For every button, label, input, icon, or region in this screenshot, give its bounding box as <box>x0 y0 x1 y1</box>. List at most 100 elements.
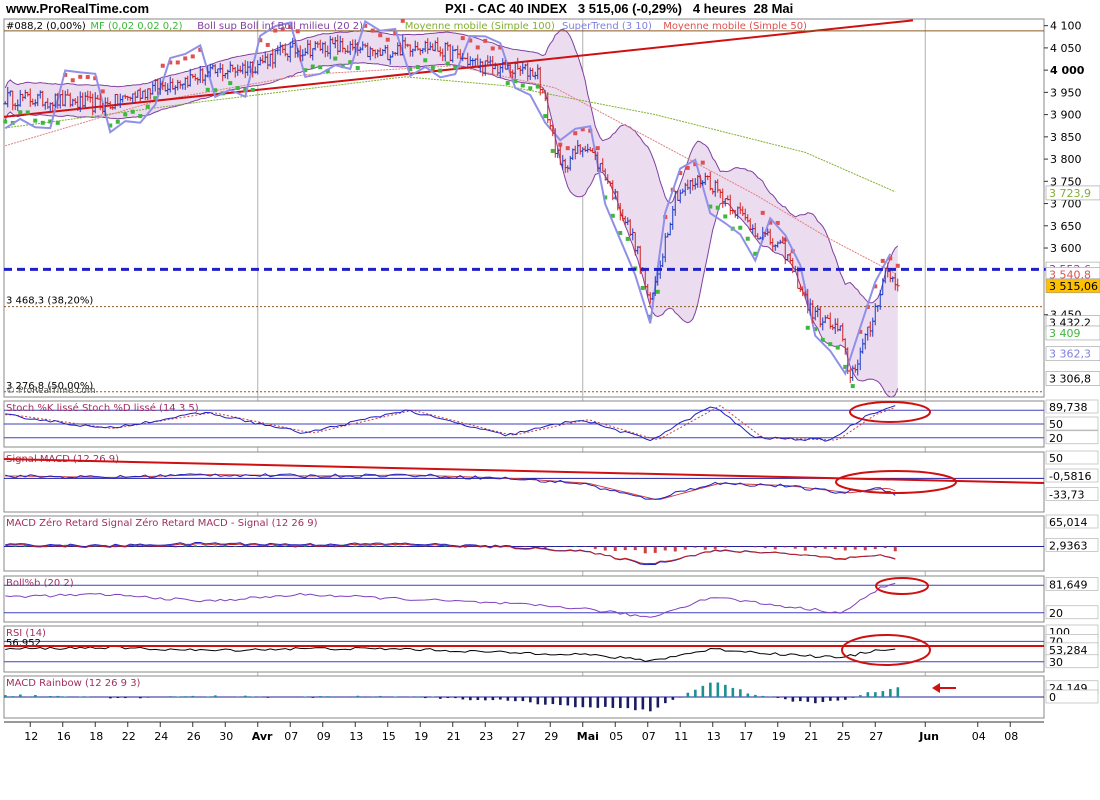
rainbow-bar <box>169 696 172 697</box>
rainbow-bar <box>791 697 795 702</box>
macdzr-hist-bar <box>783 546 787 548</box>
y-tick-label: 3 950 <box>1050 86 1082 99</box>
macdzr-hist-bar <box>353 545 357 547</box>
indicator-panel-macd: Signal MACD (12 26 9)50-0,5816-33,73 <box>3 450 1099 513</box>
macdzr-hist-bar <box>373 545 377 547</box>
rainbow-bar <box>664 697 667 704</box>
rainbow-bar <box>836 697 840 701</box>
rainbow-bar <box>109 697 112 699</box>
rainbow-bar <box>146 697 150 698</box>
sar-dot-bear <box>490 46 495 51</box>
rainbow-bar <box>701 685 705 697</box>
rainbow-bar <box>499 697 502 700</box>
x-tick-label: 30 <box>219 730 233 743</box>
macdzr-hist-bar <box>653 546 657 553</box>
rainbow-bar <box>446 697 450 699</box>
sar-dot-bull <box>250 87 255 92</box>
indicator-legend: Boll%b (20 2) <box>6 578 74 589</box>
macdzr-hist-bar <box>713 546 717 549</box>
rainbow-bar <box>566 697 570 706</box>
x-tick-label: Mai <box>577 730 599 743</box>
rainbow-bar <box>364 697 367 698</box>
sar-dot-bull <box>805 325 810 330</box>
sar-dot-bull <box>333 56 338 61</box>
sar-dot-bull <box>520 83 525 88</box>
rainbow-bar <box>649 697 652 712</box>
rainbow-bar <box>686 692 690 697</box>
rainbow-bar <box>574 697 577 708</box>
macdzr-hist-bar <box>193 545 197 547</box>
x-tick-label: 07 <box>284 730 298 743</box>
rainbow-bar <box>881 691 885 697</box>
sar-dot-bear <box>760 210 765 215</box>
indicator-legend: MACD Zéro Retard Signal Zéro Retard MACD… <box>6 517 318 529</box>
rainbow-bar <box>611 697 615 708</box>
y-tick-label: 3 800 <box>1050 153 1082 166</box>
sar-dot-bull <box>535 84 540 89</box>
x-tick-label: 25 <box>837 730 851 743</box>
sar-dot-bull <box>55 120 60 125</box>
macdzr-hist-bar <box>633 546 637 551</box>
macdzr-hist-bar <box>643 546 647 554</box>
macdzr-hist-bar <box>883 546 887 549</box>
macdzr-hist-bar <box>603 546 607 551</box>
sar-dot-bull <box>423 58 428 63</box>
price-legend-item: SuperTrend (3 10) <box>562 21 652 32</box>
rainbow-bar <box>439 697 442 699</box>
rainbow-bar <box>319 696 322 697</box>
x-tick-label: 12 <box>24 730 38 743</box>
macdzr-hist-bar <box>793 546 797 549</box>
x-tick-label: 27 <box>869 730 883 743</box>
price-legend-item: Moyenne mobile (Simple 100) <box>405 21 555 32</box>
indicator-panel-rsi: RSI (14) 1007053,2843056,952 <box>3 624 1099 673</box>
rainbow-bar <box>814 697 817 704</box>
indicator-value-label: -0,5816 <box>1049 470 1091 483</box>
rainbow-bar <box>476 697 480 701</box>
sar-dot-bull <box>715 205 720 210</box>
rainbow-bar <box>34 695 37 697</box>
rainbow-bar <box>821 697 825 703</box>
sar-dot-bull <box>205 87 210 92</box>
indicator-frame <box>3 451 1045 513</box>
sar-dot-bull <box>543 114 548 119</box>
x-tick-label: 18 <box>89 730 103 743</box>
macdzr-hist-bar <box>463 546 467 548</box>
indicator-value-label: 20 <box>1049 607 1063 620</box>
macdzr-hist-bar <box>893 546 897 552</box>
rainbow-bar <box>116 697 120 699</box>
rainbow-bar <box>559 697 562 706</box>
rainbow-bar <box>469 697 472 701</box>
sar-dot-bull <box>33 118 38 123</box>
macdzr-hist-bar <box>13 545 17 547</box>
x-tick-label: 29 <box>544 730 558 743</box>
rainbow-bar <box>604 697 607 707</box>
chart-canvas: 3 468,3 (38,20%)3 276,8 (50,00%)#088,2 (… <box>3 18 1100 743</box>
macdzr-hist-bar <box>213 545 217 547</box>
rainbow-bar <box>214 695 217 697</box>
x-tick-label: 19 <box>414 730 428 743</box>
x-tick-label: Avr <box>252 730 273 743</box>
indicator-panel-stoch: Stoch %K lissé Stoch %D lissé (14 3 5) 89… <box>3 399 1099 448</box>
rainbow-bar <box>454 697 457 699</box>
sar-dot-bull <box>235 86 240 91</box>
sar-dot-bull <box>228 81 233 86</box>
rainbow-bar <box>589 697 592 708</box>
indicator-value-label: 50 <box>1049 452 1063 465</box>
indicator-value-label: 81,649 <box>1049 578 1088 591</box>
sar-dot-bear <box>700 160 705 165</box>
rainbow-bar <box>56 695 60 697</box>
rainbow-bar <box>859 695 862 697</box>
sar-dot-bear <box>100 89 105 94</box>
rainbow-bar <box>679 697 682 698</box>
rainbow-bar <box>19 694 22 697</box>
macdzr-hist-bar <box>853 546 857 550</box>
sar-dot-bull <box>18 110 23 115</box>
rainbow-bar <box>896 687 900 697</box>
rainbow-bar <box>784 697 787 700</box>
macdzr-hist-bar <box>523 546 527 548</box>
macdzr-hist-bar <box>593 546 597 549</box>
macdzr-hist-bar <box>873 546 877 550</box>
rainbow-bar <box>844 697 847 700</box>
rainbow-bar <box>506 697 510 701</box>
y-tick-label: 3 850 <box>1050 131 1082 144</box>
